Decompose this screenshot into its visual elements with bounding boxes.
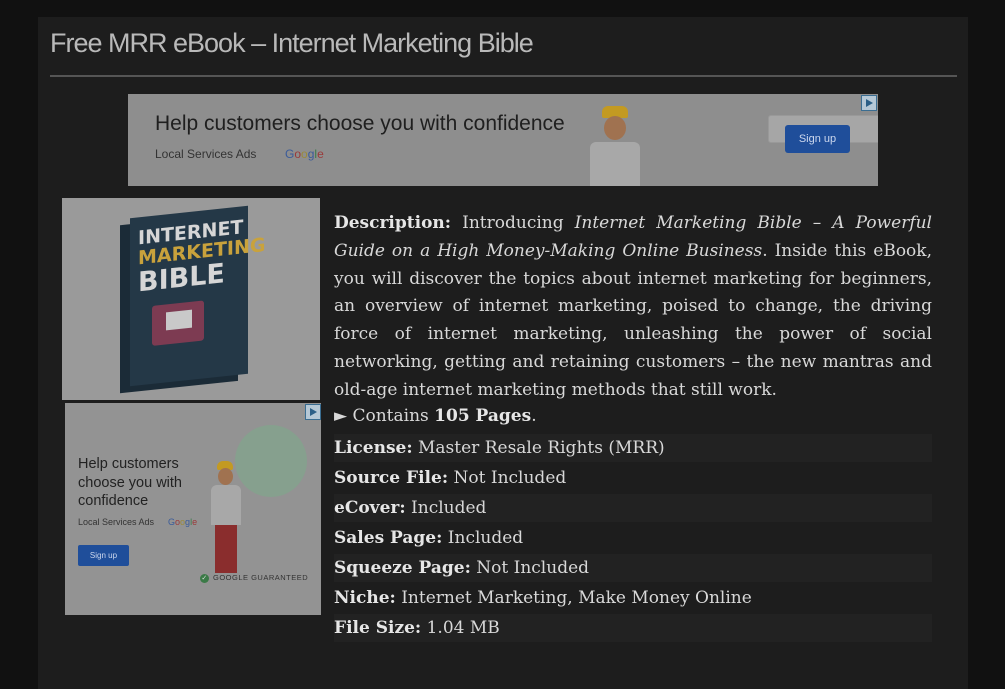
banner-ad-subtitle: Local Services Ads [155,147,257,161]
book-illustration: INTERNET MARKETING BIBLE [130,205,265,387]
banner-ad-headline: Help customers choose you with confidenc… [155,112,565,135]
side-ad-headline: Help customers choose you with confidenc… [78,456,182,509]
title-divider [50,75,957,77]
worker-illustration [203,459,263,575]
spec-row-ecover: eCover: Included [334,494,932,522]
side-signup-button[interactable]: Sign up [78,545,129,566]
google-logo: Google [168,517,198,527]
ebook-cover-image: INTERNET MARKETING BIBLE [62,198,320,400]
description-text: Description: Introducing Internet Market… [334,213,932,400]
side-ad[interactable]: Help customers choose you with confidenc… [65,403,321,615]
description-label: Description: [334,213,452,233]
spec-row-file-size: File Size: 1.04 MB [334,614,932,642]
google-logo: Google [285,147,324,161]
guarantee-badge: GOOGLE GUARANTEED [200,573,308,583]
spec-row-source-file: Source File: Not Included [334,468,567,488]
adchoices-icon[interactable] [305,404,321,420]
worker-illustration [580,102,670,186]
spec-row-squeeze-page: Squeeze Page: Not Included [334,554,932,582]
banner-signup-button[interactable]: Sign up [785,125,850,153]
side-ad-subtitle: Local Services Ads [78,517,155,527]
adchoices-icon[interactable] [861,95,877,111]
banner-ad[interactable]: Help customers choose you with confidenc… [128,94,878,186]
spec-row-sales-page: Sales Page: Included [334,528,524,548]
page-count: ► Contains 105 Pages. [334,406,537,426]
spec-row-niche: Niche: Internet Marketing, Make Money On… [334,588,752,608]
page-title: Free MRR eBook – Internet Marketing Bibl… [50,28,534,58]
spec-row-license: License: Master Resale Rights (MRR) [334,434,932,462]
